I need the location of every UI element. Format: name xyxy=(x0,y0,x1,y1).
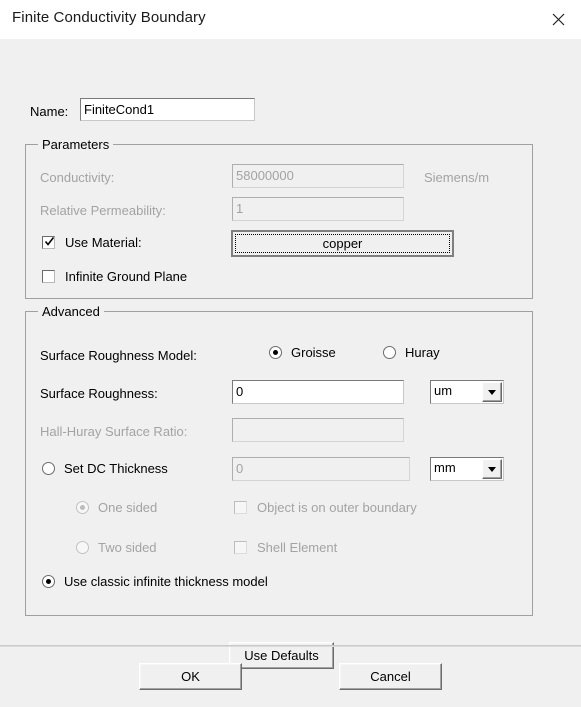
one-sided-label: One sided xyxy=(98,500,158,515)
material-button-label: copper xyxy=(322,236,363,251)
cancel-button[interactable]: Cancel xyxy=(339,663,442,690)
groisse-radio[interactable] xyxy=(269,346,282,359)
name-label: Name: xyxy=(30,104,69,119)
huray-label: Huray xyxy=(405,345,440,360)
roughness-model-huray-row[interactable]: Huray xyxy=(383,345,440,360)
relative-permeability-label: Relative Permeability: xyxy=(40,203,166,218)
cancel-label: Cancel xyxy=(370,669,411,684)
ok-label: OK xyxy=(181,669,200,684)
surface-roughness-label: Surface Roughness: xyxy=(40,386,158,401)
dc-thickness-input[interactable] xyxy=(232,457,410,481)
dialog-body: Name: Parameters Conductivity: Siemens/m… xyxy=(0,39,581,707)
radio-dot xyxy=(80,505,85,510)
use-material-checkbox[interactable] xyxy=(42,236,55,249)
two-sided-row[interactable]: Two sided xyxy=(76,540,157,555)
radio-dot xyxy=(273,350,278,355)
advanced-group-title: Advanced xyxy=(38,304,104,319)
material-button[interactable]: copper xyxy=(231,230,454,257)
set-dc-thickness-row[interactable]: Set DC Thickness xyxy=(42,461,168,476)
classic-model-label: Use classic infinite thickness model xyxy=(64,574,268,589)
relative-permeability-input[interactable] xyxy=(232,197,404,221)
roughness-model-groisse-row[interactable]: Groisse xyxy=(269,345,336,360)
use-defaults-label: Use Defaults xyxy=(244,648,319,663)
set-dc-thickness-radio[interactable] xyxy=(42,462,55,475)
conductivity-unit-label: Siemens/m xyxy=(424,170,490,185)
shell-element-checkbox[interactable] xyxy=(234,541,247,554)
parameters-group-title: Parameters xyxy=(38,137,114,152)
ok-button[interactable]: OK xyxy=(139,663,242,690)
title-bar: Finite Conductivity Boundary xyxy=(0,0,581,39)
close-button[interactable] xyxy=(535,0,581,39)
dc-thickness-unit-value: mm xyxy=(434,460,456,475)
two-sided-radio[interactable] xyxy=(76,541,89,554)
classic-model-radio[interactable] xyxy=(42,575,55,588)
conductivity-label: Conductivity: xyxy=(40,170,115,185)
infinite-ground-plane-checkbox[interactable] xyxy=(42,270,55,283)
object-outer-boundary-label: Object is on outer boundary xyxy=(257,500,417,515)
surface-roughness-unit-combo[interactable]: um xyxy=(430,380,504,404)
footer-separator xyxy=(0,645,581,647)
hall-huray-surface-ratio-input[interactable] xyxy=(232,418,404,442)
shell-element-label: Shell Element xyxy=(257,540,338,555)
checkmark-icon xyxy=(45,237,54,246)
surface-roughness-input[interactable] xyxy=(232,380,404,404)
name-input[interactable] xyxy=(80,98,255,121)
groisse-label: Groisse xyxy=(291,345,336,360)
one-sided-row[interactable]: One sided xyxy=(76,500,157,515)
surface-roughness-unit-value: um xyxy=(434,383,453,398)
infinite-ground-plane-label: Infinite Ground Plane xyxy=(65,269,188,284)
object-outer-boundary-row[interactable]: Object is on outer boundary xyxy=(234,500,417,515)
use-material-row[interactable]: Use Material: xyxy=(42,235,142,250)
set-dc-thickness-label: Set DC Thickness xyxy=(64,461,168,476)
two-sided-label: Two sided xyxy=(98,540,157,555)
classic-model-row[interactable]: Use classic infinite thickness model xyxy=(42,574,268,589)
window-title: Finite Conductivity Boundary xyxy=(12,9,206,26)
chevron-down-icon[interactable] xyxy=(482,459,502,479)
infinite-ground-plane-row[interactable]: Infinite Ground Plane xyxy=(42,269,187,284)
hall-huray-surface-ratio-label: Hall-Huray Surface Ratio: xyxy=(40,424,188,439)
shell-element-row[interactable]: Shell Element xyxy=(234,540,337,555)
one-sided-radio[interactable] xyxy=(76,501,89,514)
conductivity-input[interactable] xyxy=(232,164,404,188)
radio-dot xyxy=(46,579,51,584)
close-icon xyxy=(552,13,565,26)
use-material-label: Use Material: xyxy=(65,235,142,250)
huray-radio[interactable] xyxy=(383,346,396,359)
dc-thickness-unit-combo[interactable]: mm xyxy=(430,457,504,481)
chevron-down-icon[interactable] xyxy=(482,382,502,402)
surface-roughness-model-label: Surface Roughness Model: xyxy=(40,348,197,363)
object-outer-boundary-checkbox[interactable] xyxy=(234,501,247,514)
